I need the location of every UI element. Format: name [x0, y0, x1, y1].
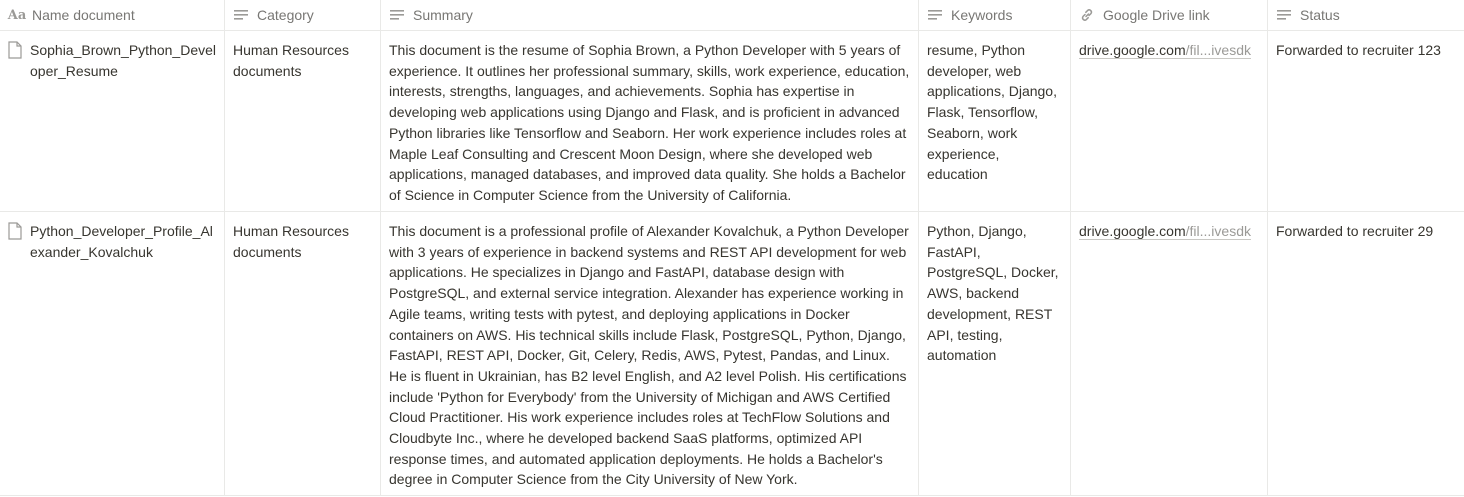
link-path: /fil...ivesdk — [1185, 223, 1251, 239]
document-icon — [8, 41, 22, 59]
column-header-summary[interactable]: Summary — [381, 0, 919, 30]
name-cell[interactable]: Sophia_Brown_Python_Developer_Resume — [0, 31, 225, 211]
column-header-label: Keywords — [951, 7, 1013, 23]
column-header-label: Summary — [413, 7, 473, 23]
summary-cell[interactable]: This document is a professional profile … — [381, 212, 919, 495]
name-cell[interactable]: Python_Developer_Profile_Alexander_Koval… — [0, 212, 225, 495]
column-header-label: Category — [257, 7, 314, 23]
column-header-category[interactable]: Category — [225, 0, 381, 30]
link-icon — [1079, 7, 1095, 23]
status-cell[interactable]: Forwarded to recruiter 29 — [1268, 212, 1464, 495]
table-header: Aa Name document Category Summary Keywor… — [0, 0, 1464, 31]
keywords-cell[interactable]: Python, Django, FastAPI, PostgreSQL, Doc… — [919, 212, 1071, 495]
drive-link[interactable]: drive.google.com/fil...ivesdk — [1079, 223, 1251, 240]
column-header-label: Google Drive link — [1103, 7, 1210, 23]
category-cell[interactable]: Human Resources documents — [225, 212, 381, 495]
drive-link-cell[interactable]: drive.google.com/fil...ivesdk — [1071, 31, 1268, 211]
text-property-icon: Aa — [7, 7, 27, 23]
lines-icon — [389, 7, 405, 23]
table-row[interactable]: Python_Developer_Profile_Alexander_Koval… — [0, 212, 1464, 496]
summary-cell[interactable]: This document is the resume of Sophia Br… — [381, 31, 919, 211]
drive-link[interactable]: drive.google.com/fil...ivesdk — [1079, 42, 1251, 59]
status-cell[interactable]: Forwarded to recruiter 123 — [1268, 31, 1464, 211]
category-cell[interactable]: Human Resources documents — [225, 31, 381, 211]
link-domain: drive.google.com — [1079, 223, 1186, 239]
document-name[interactable]: Sophia_Brown_Python_Developer_Resume — [30, 40, 216, 81]
lines-icon — [1276, 7, 1292, 23]
link-path: /fil...ivesdk — [1185, 42, 1251, 58]
lines-icon — [927, 7, 943, 23]
table-row[interactable]: Sophia_Brown_Python_Developer_Resume Hum… — [0, 31, 1464, 212]
database-table: Aa Name document Category Summary Keywor… — [0, 0, 1464, 497]
document-icon — [8, 222, 22, 240]
column-header-label: Name document — [32, 7, 135, 23]
link-domain: drive.google.com — [1079, 42, 1186, 58]
column-header-name[interactable]: Aa Name document — [0, 0, 225, 30]
lines-icon — [233, 7, 249, 23]
column-header-keywords[interactable]: Keywords — [919, 0, 1071, 30]
column-header-status[interactable]: Status — [1268, 0, 1464, 30]
document-name[interactable]: Python_Developer_Profile_Alexander_Koval… — [30, 221, 216, 262]
drive-link-cell[interactable]: drive.google.com/fil...ivesdk — [1071, 212, 1268, 495]
column-header-label: Status — [1300, 7, 1340, 23]
keywords-cell[interactable]: resume, Python developer, web applicatio… — [919, 31, 1071, 211]
column-header-google-drive-link[interactable]: Google Drive link — [1071, 0, 1268, 30]
